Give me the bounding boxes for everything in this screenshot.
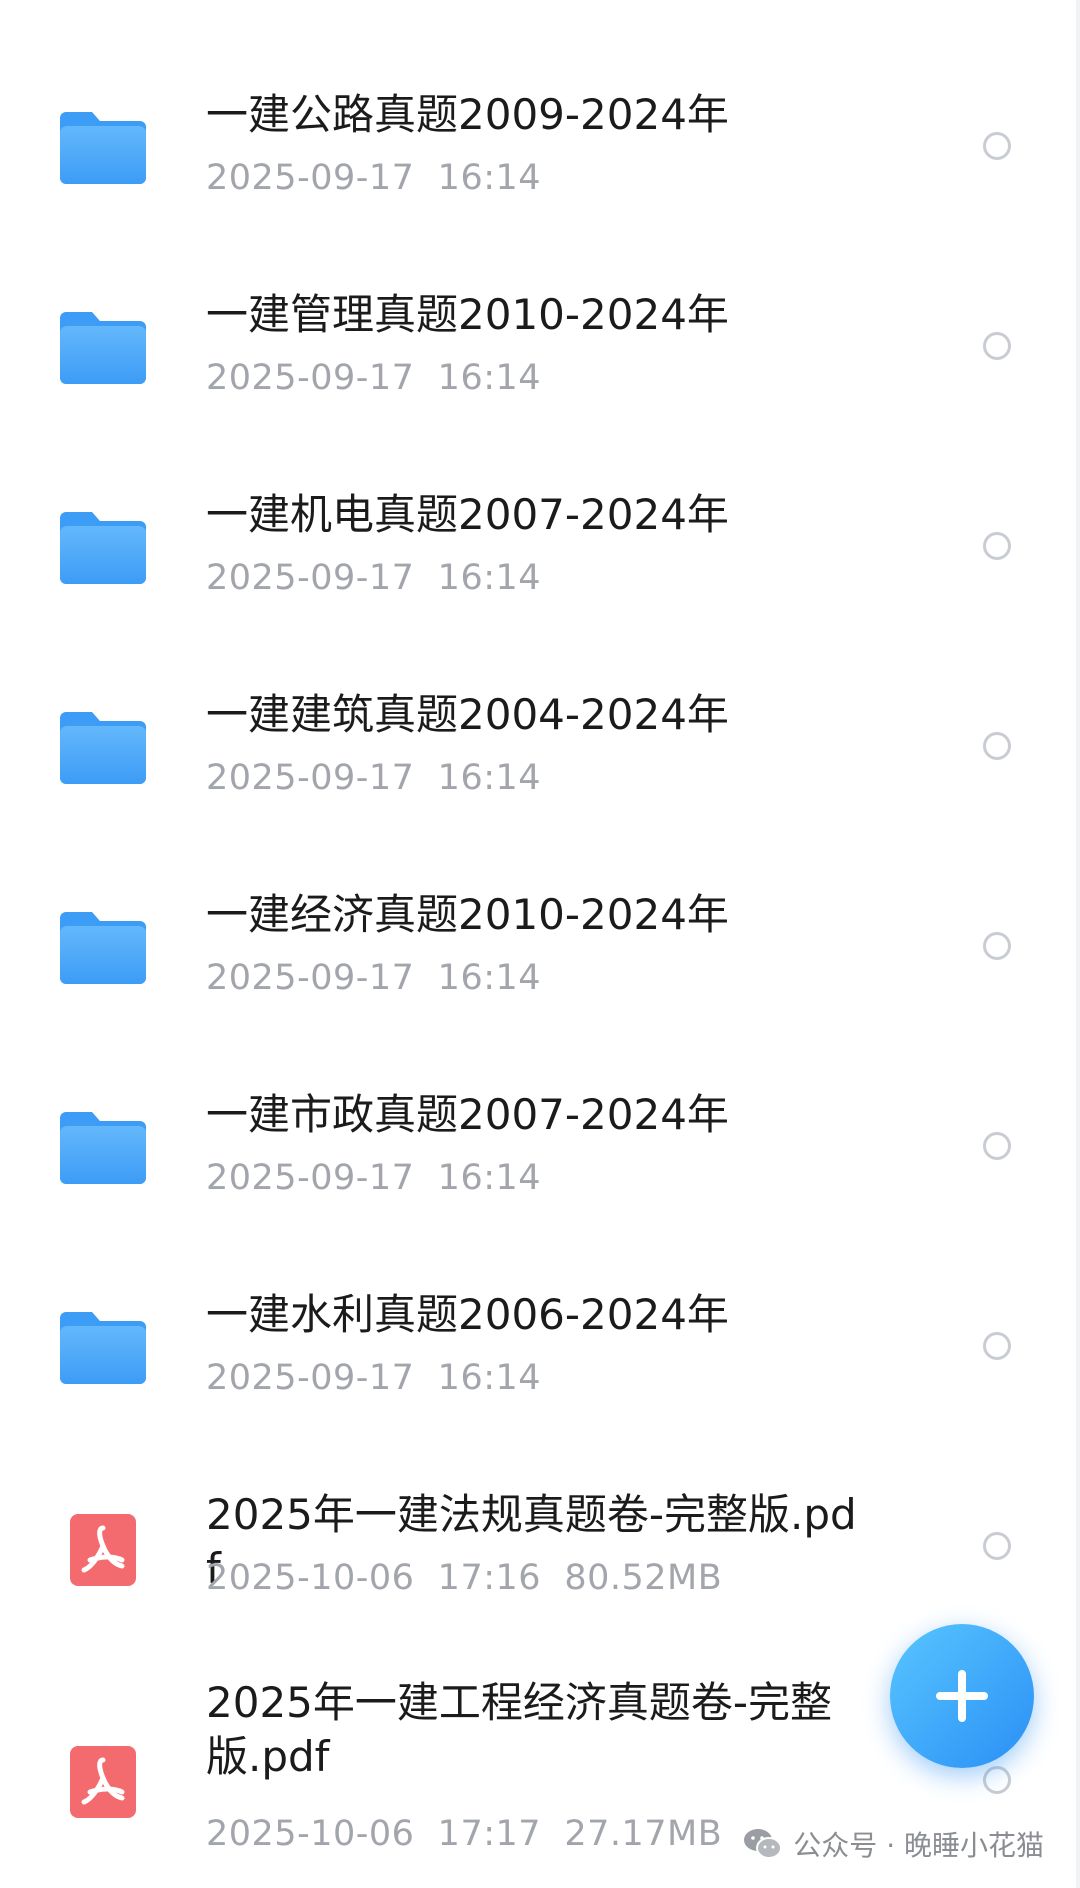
select-radio[interactable] — [983, 1332, 1011, 1360]
file-name: 一建管理真题2010-2024年 — [206, 290, 729, 339]
folder-icon — [60, 512, 146, 584]
file-time: 17:16 — [437, 1558, 542, 1598]
select-radio[interactable] — [983, 1766, 1011, 1794]
folder-icon — [60, 312, 146, 384]
file-name: 一建水利真题2006-2024年 — [206, 1290, 729, 1339]
list-item[interactable]: 2025年一建法规真题卷-完整版.pdf 2025-10-06 17:16 80… — [0, 1424, 1080, 1624]
file-name: 一建经济真题2010-2024年 — [206, 890, 729, 939]
list-item[interactable]: 一建管理真题2010-2024年 2025-09-17 16:14 — [0, 224, 1080, 424]
file-meta: 2025-09-17 16:14 — [206, 358, 541, 398]
scrollbar-track — [1076, 0, 1080, 1888]
select-radio[interactable] — [983, 132, 1011, 160]
select-radio[interactable] — [983, 1532, 1011, 1560]
folder-icon — [60, 1112, 146, 1184]
folder-icon — [60, 712, 146, 784]
file-meta: 2025-09-17 16:14 — [206, 1358, 541, 1398]
list-item[interactable]: 一建水利真题2006-2024年 2025-09-17 16:14 — [0, 1224, 1080, 1424]
file-time: 16:14 — [437, 158, 542, 198]
file-date: 2025-10-06 — [206, 1558, 415, 1598]
wechat-icon — [744, 1829, 783, 1859]
file-meta: 2025-10-06 17:17 27.17MB — [206, 1814, 722, 1854]
file-meta: 2025-09-17 16:14 — [206, 558, 541, 598]
file-time: 16:14 — [437, 358, 542, 398]
file-name: 一建机电真题2007-2024年 — [206, 490, 729, 539]
file-time: 16:14 — [437, 958, 542, 998]
select-radio[interactable] — [983, 332, 1011, 360]
list-item[interactable]: 一建机电真题2007-2024年 2025-09-17 16:14 — [0, 424, 1080, 624]
file-time: 16:14 — [437, 1358, 542, 1398]
file-date: 2025-10-06 — [206, 1814, 415, 1854]
list-item[interactable]: 一建建筑真题2004-2024年 2025-09-17 16:14 — [0, 624, 1080, 824]
file-date: 2025-09-17 — [206, 1358, 415, 1398]
file-time: 16:14 — [437, 558, 542, 598]
list-item[interactable]: 一建市政真题2007-2024年 2025-09-17 16:14 — [0, 1024, 1080, 1224]
select-radio[interactable] — [983, 1132, 1011, 1160]
folder-icon — [60, 1312, 146, 1384]
pdf-icon — [70, 1746, 136, 1818]
file-date: 2025-09-17 — [206, 358, 415, 398]
file-date: 2025-09-17 — [206, 1158, 415, 1198]
file-name: 2025年一建工程经济真题卷-完整版.pdf — [206, 1678, 833, 1781]
file-size: 80.52MB — [564, 1558, 723, 1598]
select-radio[interactable] — [983, 932, 1011, 960]
file-meta: 2025-09-17 16:14 — [206, 158, 541, 198]
plus-icon — [936, 1670, 988, 1722]
folder-icon — [60, 912, 146, 984]
file-date: 2025-09-17 — [206, 758, 415, 798]
select-radio[interactable] — [983, 532, 1011, 560]
folder-icon — [60, 112, 146, 184]
file-date: 2025-09-17 — [206, 158, 415, 198]
list-item[interactable]: 一建公路真题2009-2024年 2025-09-17 16:14 — [0, 24, 1080, 224]
file-time: 16:14 — [437, 758, 542, 798]
file-name: 一建市政真题2007-2024年 — [206, 1090, 729, 1139]
add-button[interactable] — [890, 1624, 1034, 1768]
file-meta: 2025-10-06 17:16 80.52MB — [206, 1558, 722, 1598]
select-radio[interactable] — [983, 732, 1011, 760]
list-item[interactable]: 一建经济真题2010-2024年 2025-09-17 16:14 — [0, 824, 1080, 1024]
watermark: 公众号 · 晚睡小花猫 — [743, 1822, 1044, 1866]
file-name: 一建建筑真题2004-2024年 — [206, 690, 729, 739]
file-date: 2025-09-17 — [206, 958, 415, 998]
file-time: 17:17 — [437, 1814, 542, 1854]
file-meta: 2025-09-17 16:14 — [206, 758, 541, 798]
pdf-icon — [70, 1514, 136, 1586]
file-size: 27.17MB — [564, 1814, 723, 1854]
watermark-text: 公众号 · 晚睡小花猫 — [793, 1829, 1044, 1862]
file-time: 16:14 — [437, 1158, 542, 1198]
file-name: 一建公路真题2009-2024年 — [206, 90, 729, 139]
file-meta: 2025-09-17 16:14 — [206, 1158, 541, 1198]
file-date: 2025-09-17 — [206, 558, 415, 598]
file-meta: 2025-09-17 16:14 — [206, 958, 541, 998]
